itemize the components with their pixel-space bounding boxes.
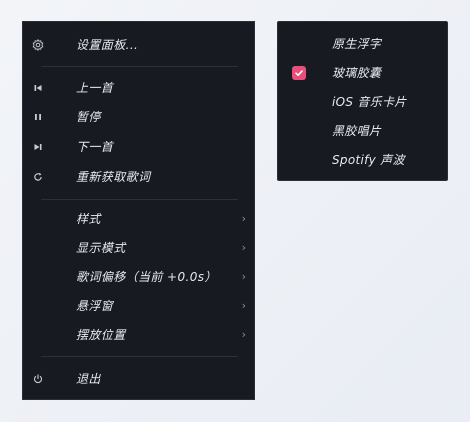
- submenu-item-spotify-wave[interactable]: Spotify 声波: [278, 150, 447, 170]
- menu-item-refetch-lyrics[interactable]: 重新获取歌词: [23, 167, 254, 187]
- menu-item-display-mode[interactable]: 显示模式 ›: [23, 238, 254, 258]
- chevron-right-icon: ›: [241, 270, 246, 283]
- gear-icon: [31, 38, 45, 52]
- submenu-item-label: 玻璃胶囊: [332, 66, 382, 80]
- submenu-item-glass-capsule[interactable]: 玻璃胶囊: [278, 63, 447, 83]
- menu-item-label: 下一首: [76, 140, 114, 154]
- menu-item-label: 暂停: [76, 110, 101, 124]
- menu-item-floating-window[interactable]: 悬浮窗 ›: [23, 296, 254, 316]
- skip-next-icon: [31, 140, 45, 154]
- submenu-item-native-float[interactable]: 原生浮字: [278, 34, 447, 54]
- submenu-item-label: 原生浮字: [332, 37, 382, 51]
- menu-item-next-track[interactable]: 下一首: [23, 137, 254, 157]
- submenu-item-ios-music-card[interactable]: iOS 音乐卡片: [278, 92, 447, 112]
- chevron-right-icon: ›: [241, 241, 246, 254]
- power-icon: [31, 372, 45, 386]
- menu-item-position[interactable]: 摆放位置 ›: [23, 325, 254, 345]
- menu-item-label: 显示模式: [76, 241, 126, 255]
- menu-separator: [41, 199, 238, 200]
- menu-separator: [41, 356, 238, 357]
- menu-item-label: 重新获取歌词: [76, 170, 151, 184]
- menu-item-label: 悬浮窗: [76, 299, 114, 313]
- chevron-right-icon: ›: [241, 212, 246, 225]
- menu-item-label: 歌词偏移（当前 +0.0s）: [76, 270, 217, 284]
- checkmark-icon: [292, 66, 306, 80]
- menu-item-label: 摆放位置: [76, 328, 126, 342]
- menu-item-style[interactable]: 样式 ›: [23, 209, 254, 229]
- menu-separator: [41, 66, 238, 67]
- menu-item-pause[interactable]: 暂停: [23, 107, 254, 127]
- menu-item-label: 退出: [76, 372, 101, 386]
- submenu-item-label: iOS 音乐卡片: [332, 95, 407, 109]
- chevron-right-icon: ›: [241, 299, 246, 312]
- pause-icon: [31, 110, 45, 124]
- refresh-icon: [31, 170, 45, 184]
- menu-item-label: 样式: [76, 212, 101, 226]
- submenu-item-vinyl-record[interactable]: 黑胶唱片: [278, 121, 447, 141]
- menu-item-label: 设置面板...: [76, 38, 139, 52]
- submenu-item-label: Spotify 声波: [332, 153, 405, 167]
- menu-item-quit[interactable]: 退出: [23, 369, 254, 389]
- context-menu: 设置面板... 上一首 暂停 下一首 重新获取歌词 样式 › 显示模式 › 歌词…: [22, 21, 255, 400]
- skip-previous-icon: [31, 81, 45, 95]
- menu-item-settings[interactable]: 设置面板...: [23, 35, 254, 55]
- chevron-right-icon: ›: [241, 328, 246, 341]
- menu-item-previous-track[interactable]: 上一首: [23, 78, 254, 98]
- menu-item-lyric-offset[interactable]: 歌词偏移（当前 +0.0s） ›: [23, 267, 254, 287]
- submenu-item-label: 黑胶唱片: [332, 124, 382, 138]
- menu-item-label: 上一首: [76, 81, 114, 95]
- style-submenu: 原生浮字 玻璃胶囊 iOS 音乐卡片 黑胶唱片 Spotify 声波: [277, 21, 448, 181]
